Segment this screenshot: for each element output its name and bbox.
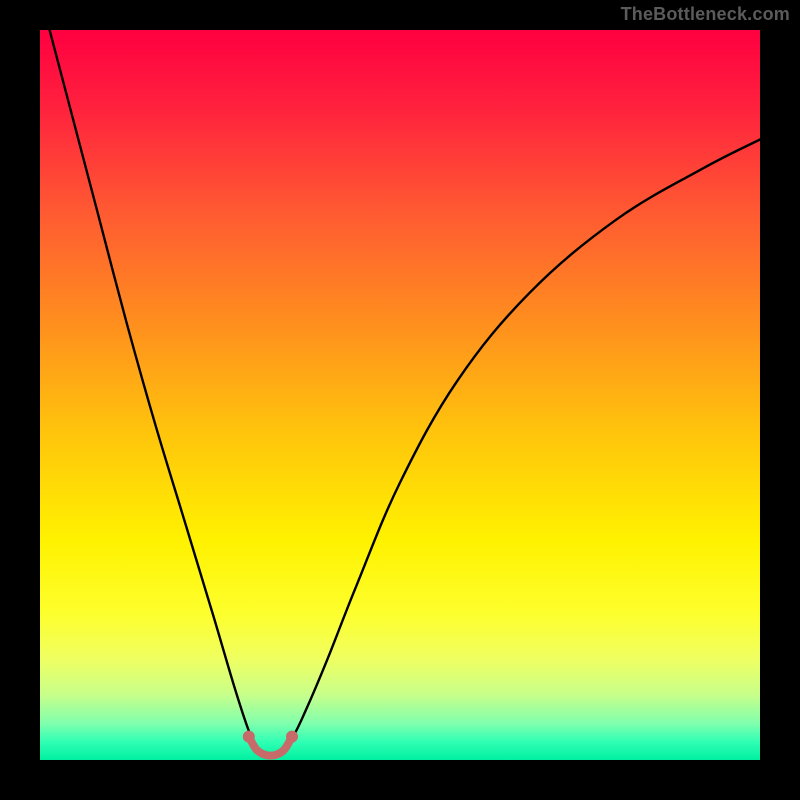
plot-area [40, 30, 760, 760]
trough-arc [249, 737, 292, 756]
trough-marker [286, 731, 298, 743]
watermark-text: TheBottleneck.com [621, 4, 790, 25]
trough-marker [243, 731, 255, 743]
curve-layer [40, 30, 760, 760]
trough-markers [243, 731, 298, 743]
chart-container: TheBottleneck.com [0, 0, 800, 800]
bottleneck-curve [40, 30, 760, 756]
